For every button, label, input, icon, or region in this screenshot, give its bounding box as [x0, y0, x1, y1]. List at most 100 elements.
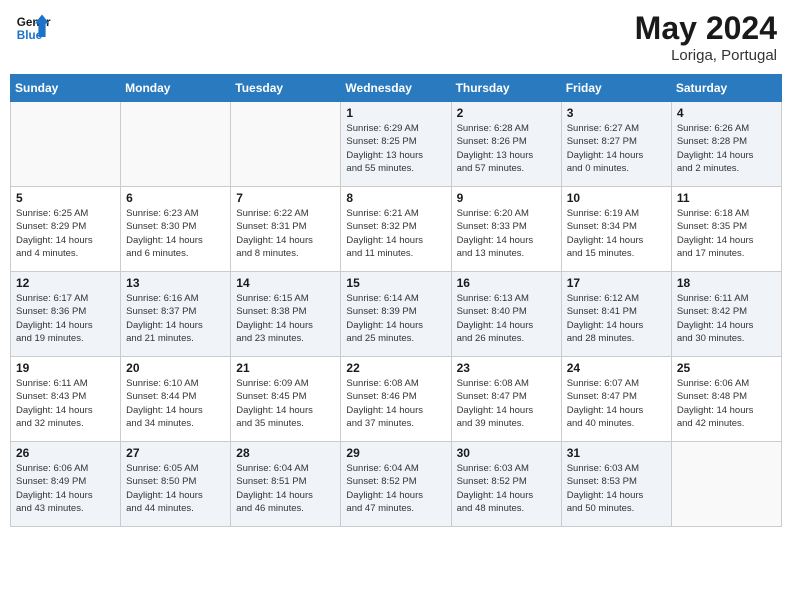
calendar-week-row: 19Sunrise: 6:11 AMSunset: 8:43 PMDayligh… [11, 357, 782, 442]
day-number: 18 [677, 276, 776, 290]
weekday-header: Wednesday [341, 75, 451, 102]
day-info: Sunrise: 6:07 AMSunset: 8:47 PMDaylight:… [567, 377, 666, 430]
day-number: 1 [346, 106, 445, 120]
weekday-header-row: SundayMondayTuesdayWednesdayThursdayFrid… [11, 75, 782, 102]
weekday-header: Tuesday [231, 75, 341, 102]
weekday-header: Monday [121, 75, 231, 102]
day-info: Sunrise: 6:09 AMSunset: 8:45 PMDaylight:… [236, 377, 335, 430]
day-info: Sunrise: 6:03 AMSunset: 8:53 PMDaylight:… [567, 462, 666, 515]
calendar-cell: 28 Sunrise: 6:04 AMSunset: 8:51 PMDayligh… [231, 442, 341, 527]
calendar-cell: 14 Sunrise: 6:15 AMSunset: 8:38 PMDayligh… [231, 272, 341, 357]
day-info: Sunrise: 6:25 AMSunset: 8:29 PMDaylight:… [16, 207, 115, 260]
month-year-title: May 2024 [635, 10, 777, 47]
weekday-header: Thursday [451, 75, 561, 102]
day-number: 30 [457, 446, 556, 460]
calendar-week-row: 12Sunrise: 6:17 AMSunset: 8:36 PMDayligh… [11, 272, 782, 357]
day-number: 25 [677, 361, 776, 375]
day-number: 24 [567, 361, 666, 375]
day-number: 13 [126, 276, 225, 290]
weekday-header: Sunday [11, 75, 121, 102]
day-info: Sunrise: 6:23 AMSunset: 8:30 PMDaylight:… [126, 207, 225, 260]
day-info: Sunrise: 6:21 AMSunset: 8:32 PMDaylight:… [346, 207, 445, 260]
calendar-cell: 13 Sunrise: 6:16 AMSunset: 8:37 PMDayligh… [121, 272, 231, 357]
day-info: Sunrise: 6:04 AMSunset: 8:52 PMDaylight:… [346, 462, 445, 515]
calendar-cell: 23 Sunrise: 6:08 AMSunset: 8:47 PMDayligh… [451, 357, 561, 442]
day-number: 23 [457, 361, 556, 375]
day-info: Sunrise: 6:14 AMSunset: 8:39 PMDaylight:… [346, 292, 445, 345]
day-number: 3 [567, 106, 666, 120]
calendar-cell [231, 102, 341, 187]
title-block: May 2024 Loriga, Portugal [635, 10, 777, 64]
logo-icon: General Blue [15, 10, 51, 46]
day-number: 17 [567, 276, 666, 290]
calendar-cell: 29 Sunrise: 6:04 AMSunset: 8:52 PMDayligh… [341, 442, 451, 527]
day-number: 8 [346, 191, 445, 205]
day-info: Sunrise: 6:18 AMSunset: 8:35 PMDaylight:… [677, 207, 776, 260]
day-number: 16 [457, 276, 556, 290]
day-info: Sunrise: 6:03 AMSunset: 8:52 PMDaylight:… [457, 462, 556, 515]
calendar-cell: 15Sunrise: 6:14 AMSunset: 8:39 PMDayligh… [341, 272, 451, 357]
calendar-cell: 7 Sunrise: 6:22 AMSunset: 8:31 PMDaylight… [231, 187, 341, 272]
day-info: Sunrise: 6:17 AMSunset: 8:36 PMDaylight:… [16, 292, 115, 345]
day-info: Sunrise: 6:19 AMSunset: 8:34 PMDaylight:… [567, 207, 666, 260]
calendar-cell: 17 Sunrise: 6:12 AMSunset: 8:41 PMDayligh… [561, 272, 671, 357]
calendar-week-row: 5 Sunrise: 6:25 AMSunset: 8:29 PMDaylight… [11, 187, 782, 272]
calendar-week-row: 1Sunrise: 6:29 AMSunset: 8:25 PMDaylight… [11, 102, 782, 187]
calendar-cell: 2Sunrise: 6:28 AMSunset: 8:26 PMDaylight… [451, 102, 561, 187]
day-number: 26 [16, 446, 115, 460]
calendar-cell: 27 Sunrise: 6:05 AMSunset: 8:50 PMDayligh… [121, 442, 231, 527]
calendar-cell: 6 Sunrise: 6:23 AMSunset: 8:30 PMDaylight… [121, 187, 231, 272]
calendar-cell: 19Sunrise: 6:11 AMSunset: 8:43 PMDayligh… [11, 357, 121, 442]
day-info: Sunrise: 6:08 AMSunset: 8:46 PMDaylight:… [346, 377, 445, 430]
calendar-cell: 18 Sunrise: 6:11 AMSunset: 8:42 PMDayligh… [671, 272, 781, 357]
calendar-cell: 11Sunrise: 6:18 AMSunset: 8:35 PMDayligh… [671, 187, 781, 272]
day-info: Sunrise: 6:11 AMSunset: 8:42 PMDaylight:… [677, 292, 776, 345]
calendar-cell: 10Sunrise: 6:19 AMSunset: 8:34 PMDayligh… [561, 187, 671, 272]
calendar-cell: 21 Sunrise: 6:09 AMSunset: 8:45 PMDayligh… [231, 357, 341, 442]
calendar-table: SundayMondayTuesdayWednesdayThursdayFrid… [10, 74, 782, 527]
day-info: Sunrise: 6:12 AMSunset: 8:41 PMDaylight:… [567, 292, 666, 345]
calendar-cell: 25 Sunrise: 6:06 AMSunset: 8:48 PMDayligh… [671, 357, 781, 442]
day-number: 29 [346, 446, 445, 460]
day-info: Sunrise: 6:15 AMSunset: 8:38 PMDaylight:… [236, 292, 335, 345]
calendar-cell: 20Sunrise: 6:10 AMSunset: 8:44 PMDayligh… [121, 357, 231, 442]
day-info: Sunrise: 6:16 AMSunset: 8:37 PMDaylight:… [126, 292, 225, 345]
day-number: 14 [236, 276, 335, 290]
day-info: Sunrise: 6:10 AMSunset: 8:44 PMDaylight:… [126, 377, 225, 430]
calendar-cell: 5 Sunrise: 6:25 AMSunset: 8:29 PMDaylight… [11, 187, 121, 272]
page-header: General Blue May 2024 Loriga, Portugal [10, 10, 782, 64]
day-info: Sunrise: 6:13 AMSunset: 8:40 PMDaylight:… [457, 292, 556, 345]
day-info: Sunrise: 6:22 AMSunset: 8:31 PMDaylight:… [236, 207, 335, 260]
calendar-cell: 3 Sunrise: 6:27 AMSunset: 8:27 PMDaylight… [561, 102, 671, 187]
calendar-cell [671, 442, 781, 527]
day-number: 7 [236, 191, 335, 205]
day-number: 22 [346, 361, 445, 375]
day-info: Sunrise: 6:26 AMSunset: 8:28 PMDaylight:… [677, 122, 776, 175]
day-info: Sunrise: 6:06 AMSunset: 8:49 PMDaylight:… [16, 462, 115, 515]
calendar-cell [121, 102, 231, 187]
day-number: 21 [236, 361, 335, 375]
calendar-cell: 22 Sunrise: 6:08 AMSunset: 8:46 PMDayligh… [341, 357, 451, 442]
day-number: 2 [457, 106, 556, 120]
day-info: Sunrise: 6:27 AMSunset: 8:27 PMDaylight:… [567, 122, 666, 175]
calendar-cell: 8 Sunrise: 6:21 AMSunset: 8:32 PMDaylight… [341, 187, 451, 272]
day-number: 28 [236, 446, 335, 460]
day-number: 6 [126, 191, 225, 205]
calendar-cell: 4Sunrise: 6:26 AMSunset: 8:28 PMDaylight… [671, 102, 781, 187]
calendar-week-row: 26 Sunrise: 6:06 AMSunset: 8:49 PMDayligh… [11, 442, 782, 527]
day-info: Sunrise: 6:04 AMSunset: 8:51 PMDaylight:… [236, 462, 335, 515]
calendar-cell: 30 Sunrise: 6:03 AMSunset: 8:52 PMDayligh… [451, 442, 561, 527]
day-info: Sunrise: 6:06 AMSunset: 8:48 PMDaylight:… [677, 377, 776, 430]
calendar-cell: 31 Sunrise: 6:03 AMSunset: 8:53 PMDayligh… [561, 442, 671, 527]
day-number: 31 [567, 446, 666, 460]
day-info: Sunrise: 6:08 AMSunset: 8:47 PMDaylight:… [457, 377, 556, 430]
day-number: 27 [126, 446, 225, 460]
day-info: Sunrise: 6:11 AMSunset: 8:43 PMDaylight:… [16, 377, 115, 430]
day-number: 5 [16, 191, 115, 205]
calendar-cell: 26 Sunrise: 6:06 AMSunset: 8:49 PMDayligh… [11, 442, 121, 527]
calendar-cell [11, 102, 121, 187]
calendar-cell: 16 Sunrise: 6:13 AMSunset: 8:40 PMDayligh… [451, 272, 561, 357]
weekday-header: Friday [561, 75, 671, 102]
weekday-header: Saturday [671, 75, 781, 102]
day-info: Sunrise: 6:05 AMSunset: 8:50 PMDaylight:… [126, 462, 225, 515]
